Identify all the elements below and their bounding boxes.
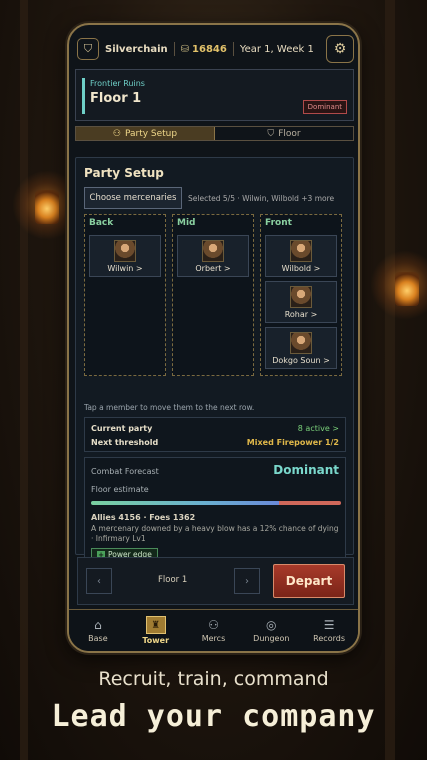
nav-dungeon[interactable]: ◎ Dungeon [242,610,300,651]
lantern-icon [35,190,59,224]
divider [232,42,234,56]
divider [173,42,175,56]
nav-mercs[interactable]: ⚇ Mercs [185,610,243,651]
row-hint: Tap a member to move them to the next ro… [84,403,255,412]
next-threshold-row: Next threshold Mixed Firepower 1/2 [91,438,339,447]
tab-label: Party Setup [124,128,178,139]
tagline: Recruit, train, command [98,668,329,690]
forecast-title: Combat Forecast [91,467,159,476]
portrait-avatar [202,239,224,262]
nav-label: Base [88,634,108,643]
member-name: Wilwin > [107,263,143,273]
portrait-avatar [290,285,312,308]
next-floor-button[interactable]: › [234,568,260,594]
tab-party-setup[interactable]: ⚇ Party Setup [76,127,215,140]
forecast-note: A mercenary downed by a heavy blow has a… [91,524,339,543]
floor-estimate-label: Floor estimate [91,485,149,494]
row-front: Front Wilbold > Rohar > Dokgo Soun > [260,214,342,376]
nav-tower[interactable]: ♜ Tower [127,610,185,651]
member-card[interactable]: Dokgo Soun > [265,327,337,369]
party-stats[interactable]: Current party 8 active > Next threshold … [84,417,346,452]
people-icon: ⚇ [112,128,121,139]
nav-label: Records [313,634,345,643]
scroll-icon: ☰ [323,618,335,632]
row-label: Back [89,218,114,228]
home-icon: ⌂ [94,618,102,632]
nav-label: Mercs [201,634,226,643]
floor-indicator: Floor 1 [158,575,188,585]
member-card[interactable]: Wilbold > [265,235,337,277]
status-badge: Dominant [302,100,347,114]
row-back: Back Wilwin > [84,214,166,376]
gold-amount: 16846 [192,43,227,55]
floor-location: Frontier Ruins [90,79,145,88]
prev-floor-button[interactable]: ‹ [86,568,112,594]
nav-base[interactable]: ⌂ Base [69,610,127,651]
date-label: Year 1, Week 1 [239,43,314,55]
portrait-avatar [114,239,136,262]
portrait-avatar [290,239,312,262]
member-card[interactable]: Rohar > [265,281,337,323]
coins-icon: ⛁ [180,43,190,55]
stat-label: Current party [91,424,153,433]
top-bar: ⛉ Silverchain ⛁ 16846 Year 1, Week 1 ⚙ [77,33,354,65]
background-beam [385,0,395,760]
row-label: Front [265,218,292,228]
forecast-verdict: Dominant [273,463,339,477]
headline: Lead your company [51,699,376,734]
power-gauge [91,501,341,505]
member-card[interactable]: Wilwin > [89,235,161,277]
phone-frame: ⛉ Silverchain ⛁ 16846 Year 1, Week 1 ⚙ F… [67,23,360,653]
choose-mercenaries-button[interactable]: Choose mercenaries [84,187,182,209]
portrait-avatar [290,331,312,354]
member-name: Wilbold > [281,263,321,273]
background-beam [20,0,28,760]
member-name: Dokgo Soun > [272,355,330,365]
allies-fill [91,501,280,505]
stat-value: 8 active > [297,424,339,433]
bottom-nav: ⌂ Base ♜ Tower ⚇ Mercs ◎ Dungeon ☰ Recor… [69,609,358,651]
tab-bar: ⚇ Party Setup ⛉ Floor [75,126,354,141]
stat-value: Mixed Firepower 1/2 [246,438,339,447]
accent-bar [82,78,85,114]
torch-icon [395,272,419,306]
nav-label: Tower [142,636,170,645]
people-icon: ⚇ [208,618,219,632]
shield-icon[interactable]: ⛉ [77,38,99,60]
floor-card: Frontier Ruins Floor 1 Dominant [75,69,354,121]
tab-label: Floor [278,128,301,139]
settings-gear-icon[interactable]: ⚙ [326,35,354,63]
allies-foes: Allies 4156 · Foes 1362 [91,513,196,522]
party-setup-panel: Party Setup Choose mercenaries Selected … [75,157,354,567]
combat-forecast: Combat Forecast Dominant Floor estimate … [84,457,346,567]
foes-fill [279,501,341,505]
current-party-row: Current party 8 active > [91,424,339,433]
tab-floor[interactable]: ⛉ Floor [215,127,353,140]
floor-title: Floor 1 [90,91,142,106]
nav-records[interactable]: ☰ Records [300,610,358,651]
shield-icon: ⛉ [267,128,275,139]
depart-bar: ‹ Floor 1 › Depart [77,557,354,605]
tower-icon: ♜ [145,616,166,634]
member-name: Orbert > [195,263,231,273]
row-mid: Mid Orbert > [172,214,254,376]
nav-label: Dungeon [253,634,290,643]
stat-label: Next threshold [91,438,159,447]
depart-button[interactable]: Depart [273,564,345,598]
row-label: Mid [177,218,196,228]
panel-title: Party Setup [84,166,164,180]
selected-summary: Selected 5/5 · Wilwin, Wilbold +3 more [188,194,335,203]
member-name: Rohar > [284,309,318,319]
compass-icon: ◎ [266,618,277,632]
member-card[interactable]: Orbert > [177,235,249,277]
company-name: Silverchain [105,43,168,55]
